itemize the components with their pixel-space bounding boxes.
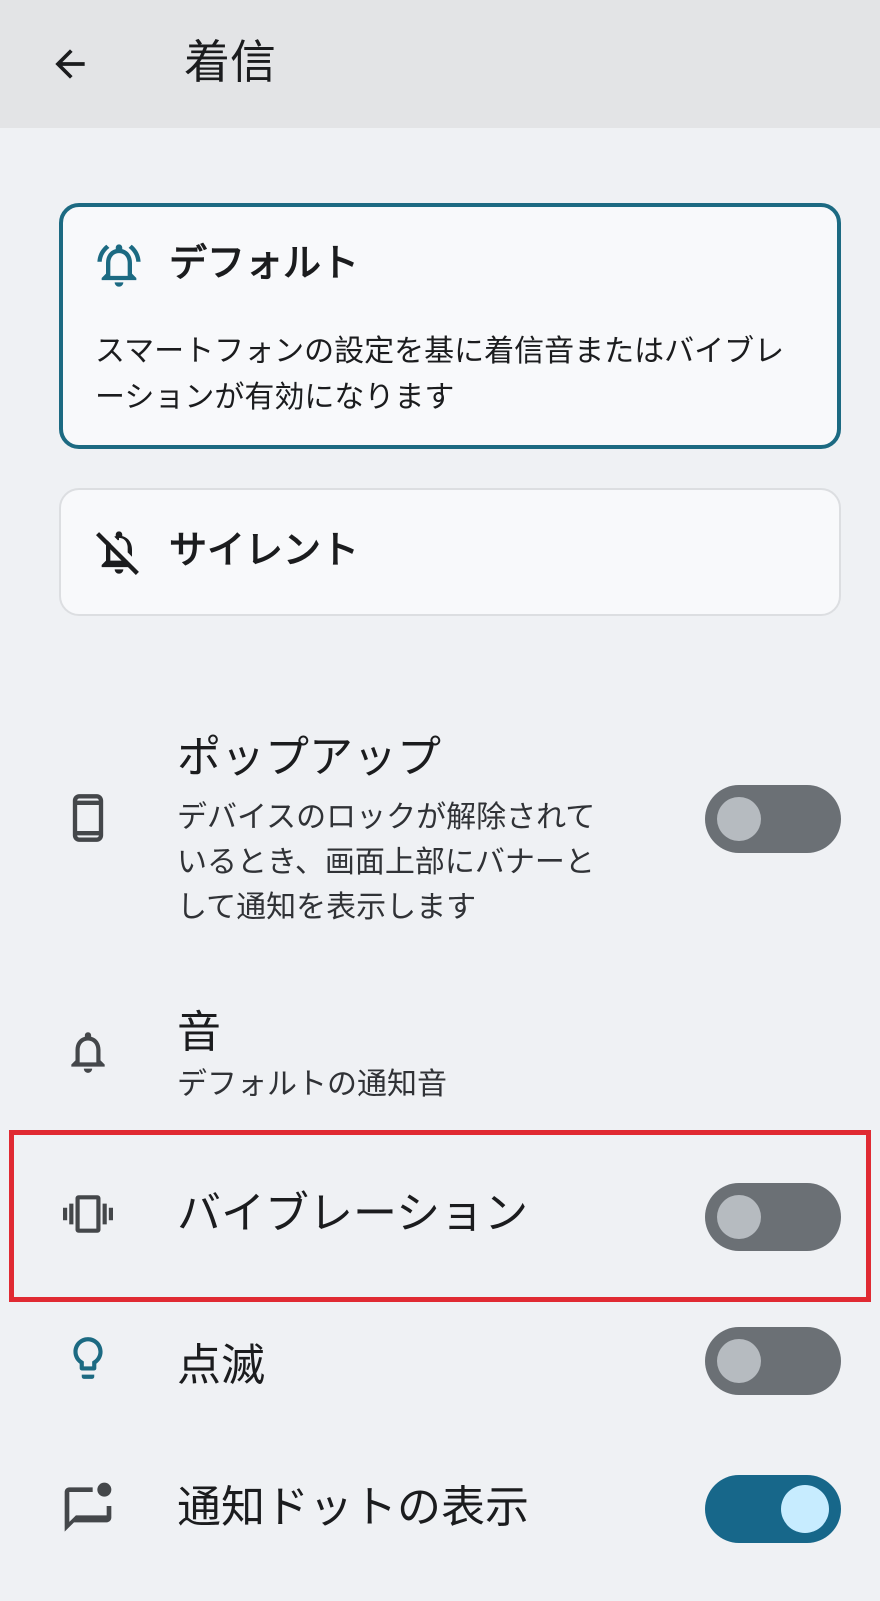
setting-title-sound: 音 — [177, 1007, 221, 1058]
toggle-knob — [781, 1485, 829, 1533]
setting-title-vibration: バイブレーション — [177, 1188, 529, 1239]
back-button[interactable] — [36, 30, 104, 98]
page-title: 着信 — [184, 35, 276, 89]
vibration-icon — [56, 1182, 120, 1246]
mode-card-silent[interactable]: サイレント — [59, 488, 841, 616]
mode-card-default[interactable]: デフォルト スマートフォンの設定を基に着信音またはバイブレーションが有効になりま… — [59, 203, 841, 449]
popup-toggle[interactable] — [705, 785, 841, 853]
mode-title-silent: サイレント — [169, 528, 360, 572]
app-bar: 着信 — [0, 0, 880, 128]
setting-subtitle-popup-line3: して通知を表示します — [177, 890, 477, 925]
setting-title-blink: 点滅 — [177, 1340, 265, 1391]
toggle-knob — [717, 1339, 761, 1383]
lightbulb-icon — [56, 1326, 120, 1390]
blink-toggle[interactable] — [705, 1327, 841, 1395]
chat-dot-icon — [56, 1474, 120, 1538]
bell-off-icon — [91, 524, 147, 580]
phone-icon — [56, 786, 120, 850]
arrow-back-icon — [55, 49, 85, 79]
bell-icon — [56, 1020, 120, 1084]
setting-subtitle-popup-line1: デバイスのロックが解除されて — [177, 800, 596, 835]
mode-description-default: スマートフォンの設定を基に着信音またはバイブレーションが有効になります — [95, 334, 785, 415]
vibration-toggle[interactable] — [705, 1183, 841, 1251]
bell-ring-icon — [91, 237, 147, 293]
setting-title-popup: ポップアップ — [177, 732, 441, 783]
setting-subtitle-sound: デフォルトの通知音 — [177, 1067, 447, 1102]
setting-subtitle-popup-line2: いるとき、画面上部にバナーと — [177, 845, 595, 880]
mode-title-default: デフォルト — [169, 241, 360, 285]
setting-title-notification-dot: 通知ドットの表示 — [177, 1482, 529, 1533]
toggle-knob — [717, 1195, 761, 1239]
toggle-knob — [717, 797, 761, 841]
notification-dot-toggle[interactable] — [705, 1475, 841, 1543]
